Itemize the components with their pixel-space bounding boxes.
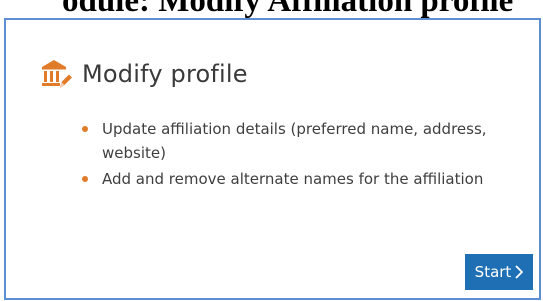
start-button-label: Start bbox=[474, 263, 512, 281]
modify-profile-card: Modify profile Update affiliation detail… bbox=[4, 18, 541, 300]
list-item-text: Update affiliation details (preferred na… bbox=[102, 120, 487, 162]
list-item: Update affiliation details (preferred na… bbox=[76, 117, 516, 165]
list-item-text: Add and remove alternate names for the a… bbox=[102, 170, 484, 188]
start-button[interactable]: Start bbox=[465, 254, 533, 290]
card-title: Modify profile bbox=[82, 60, 248, 88]
chevron-right-icon bbox=[515, 265, 524, 279]
institution-edit-icon bbox=[38, 56, 74, 92]
list-item: Add and remove alternate names for the a… bbox=[76, 167, 516, 191]
bullet-icon bbox=[82, 126, 88, 132]
page-heading-clipped: odule: Modify Affiliation profile bbox=[62, 0, 514, 19]
feature-list: Update affiliation details (preferred na… bbox=[76, 117, 516, 193]
card-header: Modify profile bbox=[38, 54, 248, 94]
bullet-icon bbox=[82, 176, 88, 182]
